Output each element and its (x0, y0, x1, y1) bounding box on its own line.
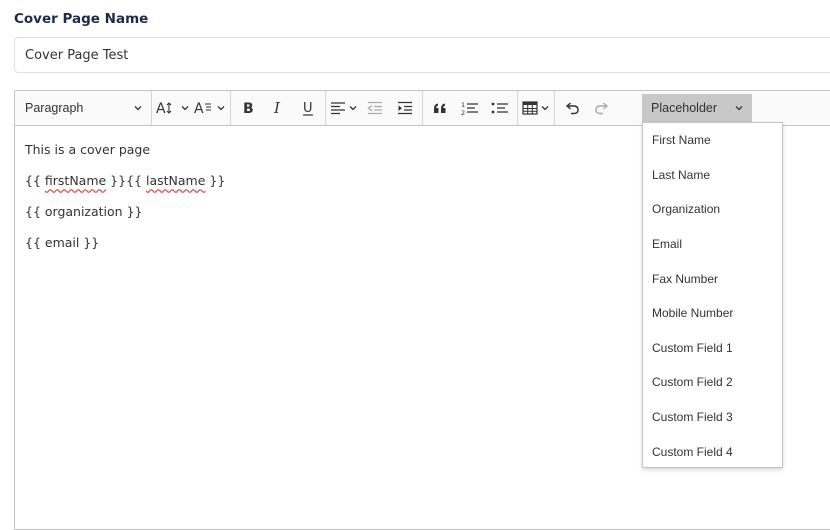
bold-icon: B (240, 100, 256, 116)
heading-select[interactable]: Paragraph (15, 95, 149, 121)
table-icon (522, 100, 538, 116)
token-close: }} (205, 173, 226, 188)
menu-item-mobile-number[interactable]: Mobile Number (643, 296, 782, 331)
alignment-button[interactable] (328, 95, 360, 121)
bulleted-list-button[interactable] (485, 95, 515, 121)
bulleted-list-icon (491, 100, 509, 116)
bold-button[interactable]: B (233, 95, 263, 121)
content-line: {{ email }} (25, 235, 100, 250)
outdent-icon (367, 100, 383, 116)
numbered-list-icon: 12 (461, 100, 479, 116)
menu-item-custom-field-4[interactable]: Custom Field 4 (643, 434, 782, 469)
font-size-icon: A (156, 100, 178, 116)
indent-button[interactable] (390, 95, 420, 121)
align-icon (330, 100, 346, 116)
underline-icon: U (300, 100, 316, 116)
menu-item-last-name[interactable]: Last Name (643, 158, 782, 193)
italic-icon: I (270, 100, 286, 116)
blockquote-button[interactable] (425, 95, 455, 121)
svg-text:2: 2 (461, 109, 465, 116)
menu-item-first-name[interactable]: First Name (643, 123, 782, 158)
svg-text:U: U (303, 101, 313, 116)
font-family-icon: A (194, 100, 214, 116)
token-open: {{ (25, 173, 45, 188)
chevron-down-icon (133, 103, 143, 113)
underline-button[interactable]: U (293, 95, 323, 121)
chevron-down-icon (734, 103, 744, 113)
content-line-names: {{ firstName }}{{ lastName }} (25, 172, 225, 190)
redo-icon (594, 100, 610, 116)
chevron-down-icon (180, 103, 190, 113)
menu-item-fax-number[interactable]: Fax Number (643, 261, 782, 296)
token-separator: }}{{ (106, 173, 146, 188)
cover-page-name-label: Cover Page Name (14, 11, 149, 27)
editor-content[interactable]: This is a cover page {{ firstName }}{{ l… (25, 141, 225, 265)
svg-text:A: A (156, 101, 166, 116)
redo-button[interactable] (587, 95, 617, 121)
editor-toolbar: Paragraph A A B I U 1 2 Placeholder (15, 91, 830, 126)
content-line: This is a cover page (25, 142, 151, 157)
chevron-down-icon (348, 103, 358, 113)
font-size-button[interactable]: A (154, 95, 192, 121)
content-line: {{ organization }} (25, 204, 143, 219)
numbered-list-button[interactable]: 12 (455, 95, 485, 121)
menu-item-custom-field-3[interactable]: Custom Field 3 (643, 400, 782, 435)
placeholder-select[interactable]: Placeholder (642, 94, 752, 122)
svg-text:I: I (273, 100, 281, 116)
placeholder-dropdown-menu: First Name Last Name Organization Email … (642, 122, 783, 468)
font-family-button[interactable]: A (192, 95, 228, 121)
svg-text:A: A (194, 101, 204, 116)
undo-icon (564, 100, 580, 116)
indent-icon (397, 100, 413, 116)
chevron-down-icon (216, 103, 226, 113)
blockquote-icon (432, 100, 448, 116)
undo-button[interactable] (557, 95, 587, 121)
last-name-token: lastName (145, 173, 206, 188)
cover-page-name-input[interactable] (14, 37, 830, 73)
menu-item-custom-field-1[interactable]: Custom Field 1 (643, 331, 782, 366)
chevron-down-icon (540, 103, 550, 113)
menu-item-custom-field-2[interactable]: Custom Field 2 (643, 365, 782, 400)
svg-text:1: 1 (461, 101, 465, 109)
italic-button[interactable]: I (263, 95, 293, 121)
heading-select-value: Paragraph (25, 101, 84, 115)
first-name-token: firstName (44, 173, 107, 188)
outdent-button[interactable] (360, 95, 390, 121)
placeholder-select-value: Placeholder (651, 101, 718, 115)
menu-item-email[interactable]: Email (643, 227, 782, 262)
menu-item-organization[interactable]: Organization (643, 192, 782, 227)
svg-text:B: B (243, 101, 254, 116)
insert-table-button[interactable] (520, 95, 552, 121)
